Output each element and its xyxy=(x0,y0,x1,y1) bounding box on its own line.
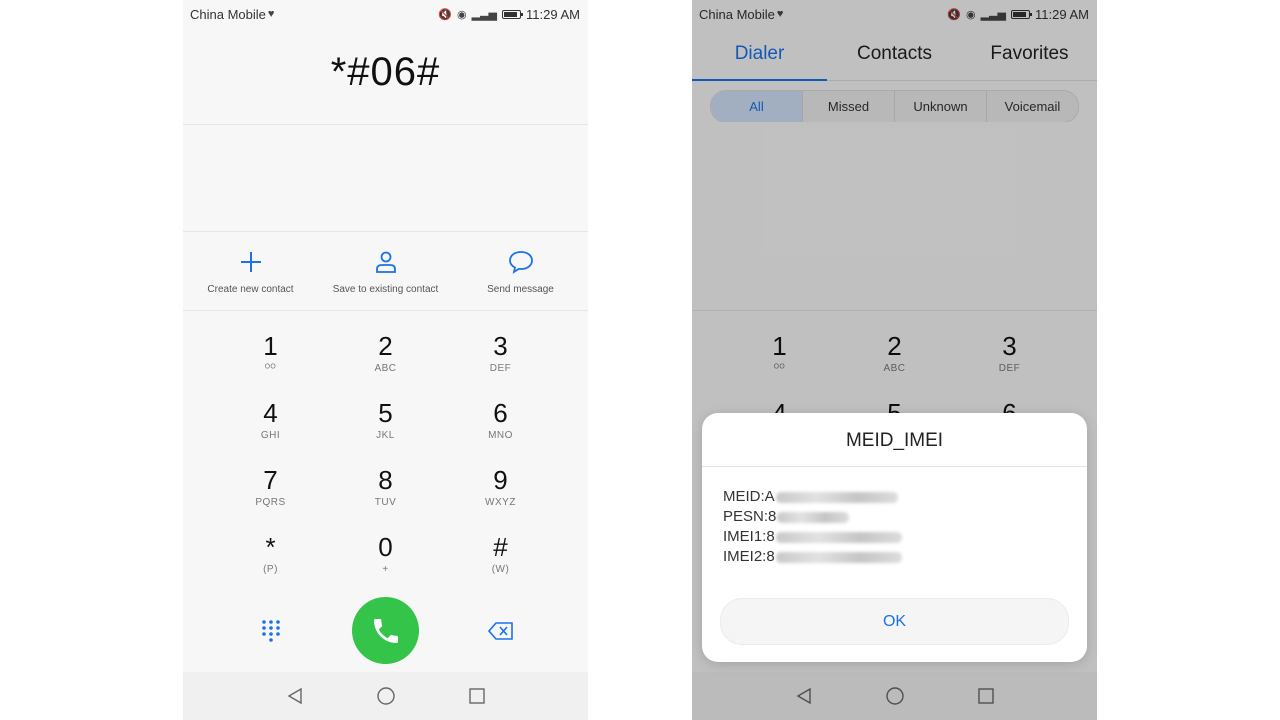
imei1-line: IMEI1:8 xyxy=(723,527,902,547)
recents-icon[interactable] xyxy=(468,687,486,705)
voicemail-icon: ᴼᴼ xyxy=(264,363,277,374)
divider xyxy=(702,466,1087,467)
chat-bubble-icon xyxy=(507,248,535,276)
backspace-button[interactable] xyxy=(443,621,558,640)
key-letters: TUV xyxy=(374,497,397,508)
key-letters: (P) xyxy=(263,564,278,575)
action-label: Send message xyxy=(487,283,554,295)
phone-icon xyxy=(373,618,398,643)
imei2-label: IMEI2:8 xyxy=(723,548,775,565)
key-letters: GHI xyxy=(260,430,281,441)
key-digit: * xyxy=(265,532,276,562)
divider xyxy=(183,310,588,311)
back-icon[interactable] xyxy=(286,687,304,705)
redacted-value xyxy=(775,531,902,543)
dialer-bottom-row xyxy=(213,597,558,664)
heart-icon: ♥ xyxy=(267,8,275,20)
key-digit: 9 xyxy=(493,465,508,495)
home-icon[interactable] xyxy=(376,686,396,706)
key-8[interactable]: 8 TUV xyxy=(328,464,443,531)
key-digit: 2 xyxy=(378,331,393,361)
key-digit: 1 xyxy=(263,331,278,361)
save-to-existing-contact-button[interactable]: Save to existing contact xyxy=(318,232,453,310)
left-phone-screen: China Mobile ♥ 🔇 ◉ ▂▃▅ 11:29 AM *#06# Cr… xyxy=(183,0,588,720)
send-message-button[interactable]: Send message xyxy=(453,232,588,310)
device-id-list: MEID:A PESN:8 IMEI1:8 IMEI2:8 xyxy=(723,487,902,567)
key-digit: # xyxy=(493,532,508,562)
key-6[interactable]: 6 MNO xyxy=(443,397,558,464)
mute-icon: 🔇 xyxy=(438,8,453,21)
key-4[interactable]: 4 GHI xyxy=(213,397,328,464)
redacted-value xyxy=(777,511,850,523)
pesn-line: PESN:8 xyxy=(723,507,902,527)
key-letters: DEF xyxy=(489,363,512,374)
key-letters: (W) xyxy=(491,564,510,575)
dialog-title: MEID_IMEI xyxy=(845,430,944,451)
key-9[interactable]: 9 WXYZ xyxy=(443,464,558,531)
carrier-label: China Mobile xyxy=(190,6,266,22)
key-0[interactable]: 0 + xyxy=(328,531,443,598)
key-letters: MNO xyxy=(488,430,513,441)
redacted-value xyxy=(775,551,902,563)
right-phone-screen: China Mobile ♥ 🔇 ◉ ▂▃▅ 11:29 AM Dialer C… xyxy=(692,0,1097,720)
battery-icon xyxy=(502,9,524,19)
meid-label: MEID:A xyxy=(723,488,775,505)
key-digit: 7 xyxy=(263,465,278,495)
ok-button[interactable]: OK xyxy=(720,598,1069,645)
action-label: Create new contact xyxy=(207,283,294,295)
key-letters: ABC xyxy=(374,363,397,374)
imei1-label: IMEI1:8 xyxy=(723,528,775,545)
navigation-bar xyxy=(183,672,588,720)
signal-icon: ▂▃▅ xyxy=(471,8,498,21)
pesn-label: PESN:8 xyxy=(723,508,777,525)
key-letters: + xyxy=(382,564,389,575)
key-digit: 0 xyxy=(378,532,393,562)
key-digit: 4 xyxy=(263,398,278,428)
create-new-contact-button[interactable]: Create new contact xyxy=(183,232,318,310)
clock-time: 11:29 AM xyxy=(526,6,580,22)
imei2-line: IMEI2:8 xyxy=(723,547,902,567)
eye-icon: ◉ xyxy=(457,8,467,21)
key-letters: PQRS xyxy=(255,497,286,508)
key-star[interactable]: * (P) xyxy=(213,531,328,598)
person-icon xyxy=(372,248,400,276)
key-hash[interactable]: # (W) xyxy=(443,531,558,598)
divider xyxy=(183,124,588,125)
dialpad-icon xyxy=(261,619,280,642)
action-row: Create new contact Save to existing cont… xyxy=(183,232,588,310)
key-1[interactable]: 1 ᴼᴼ xyxy=(213,330,328,397)
plus-icon xyxy=(237,248,265,276)
key-letters: JKL xyxy=(376,430,395,441)
key-digit: 3 xyxy=(493,331,508,361)
meid-imei-dialog: MEID_IMEI MEID:A PESN:8 IMEI1:8 IMEI2:8 … xyxy=(702,413,1087,662)
call-button[interactable] xyxy=(352,597,419,664)
key-digit: 5 xyxy=(378,398,393,428)
dial-keypad: 1 ᴼᴼ 2 ABC 3 DEF 4 GHI 5 JKL 6 MNO 7 PQRS 8 TUV … xyxy=(213,330,558,598)
key-digit: 6 xyxy=(493,398,508,428)
redacted-value xyxy=(775,491,898,503)
key-letters: WXYZ xyxy=(485,497,516,508)
dialed-number: *#06# xyxy=(330,50,441,94)
action-label: Save to existing contact xyxy=(332,283,439,295)
key-2[interactable]: 2 ABC xyxy=(328,330,443,397)
key-3[interactable]: 3 DEF xyxy=(443,330,558,397)
key-7[interactable]: 7 PQRS xyxy=(213,464,328,531)
meid-line: MEID:A xyxy=(723,487,902,507)
key-digit: 8 xyxy=(378,465,393,495)
key-5[interactable]: 5 JKL xyxy=(328,397,443,464)
dialpad-toggle-button[interactable] xyxy=(213,619,328,643)
status-bar: China Mobile ♥ 🔇 ◉ ▂▃▅ 11:29 AM xyxy=(183,0,588,28)
backspace-icon xyxy=(487,621,513,640)
